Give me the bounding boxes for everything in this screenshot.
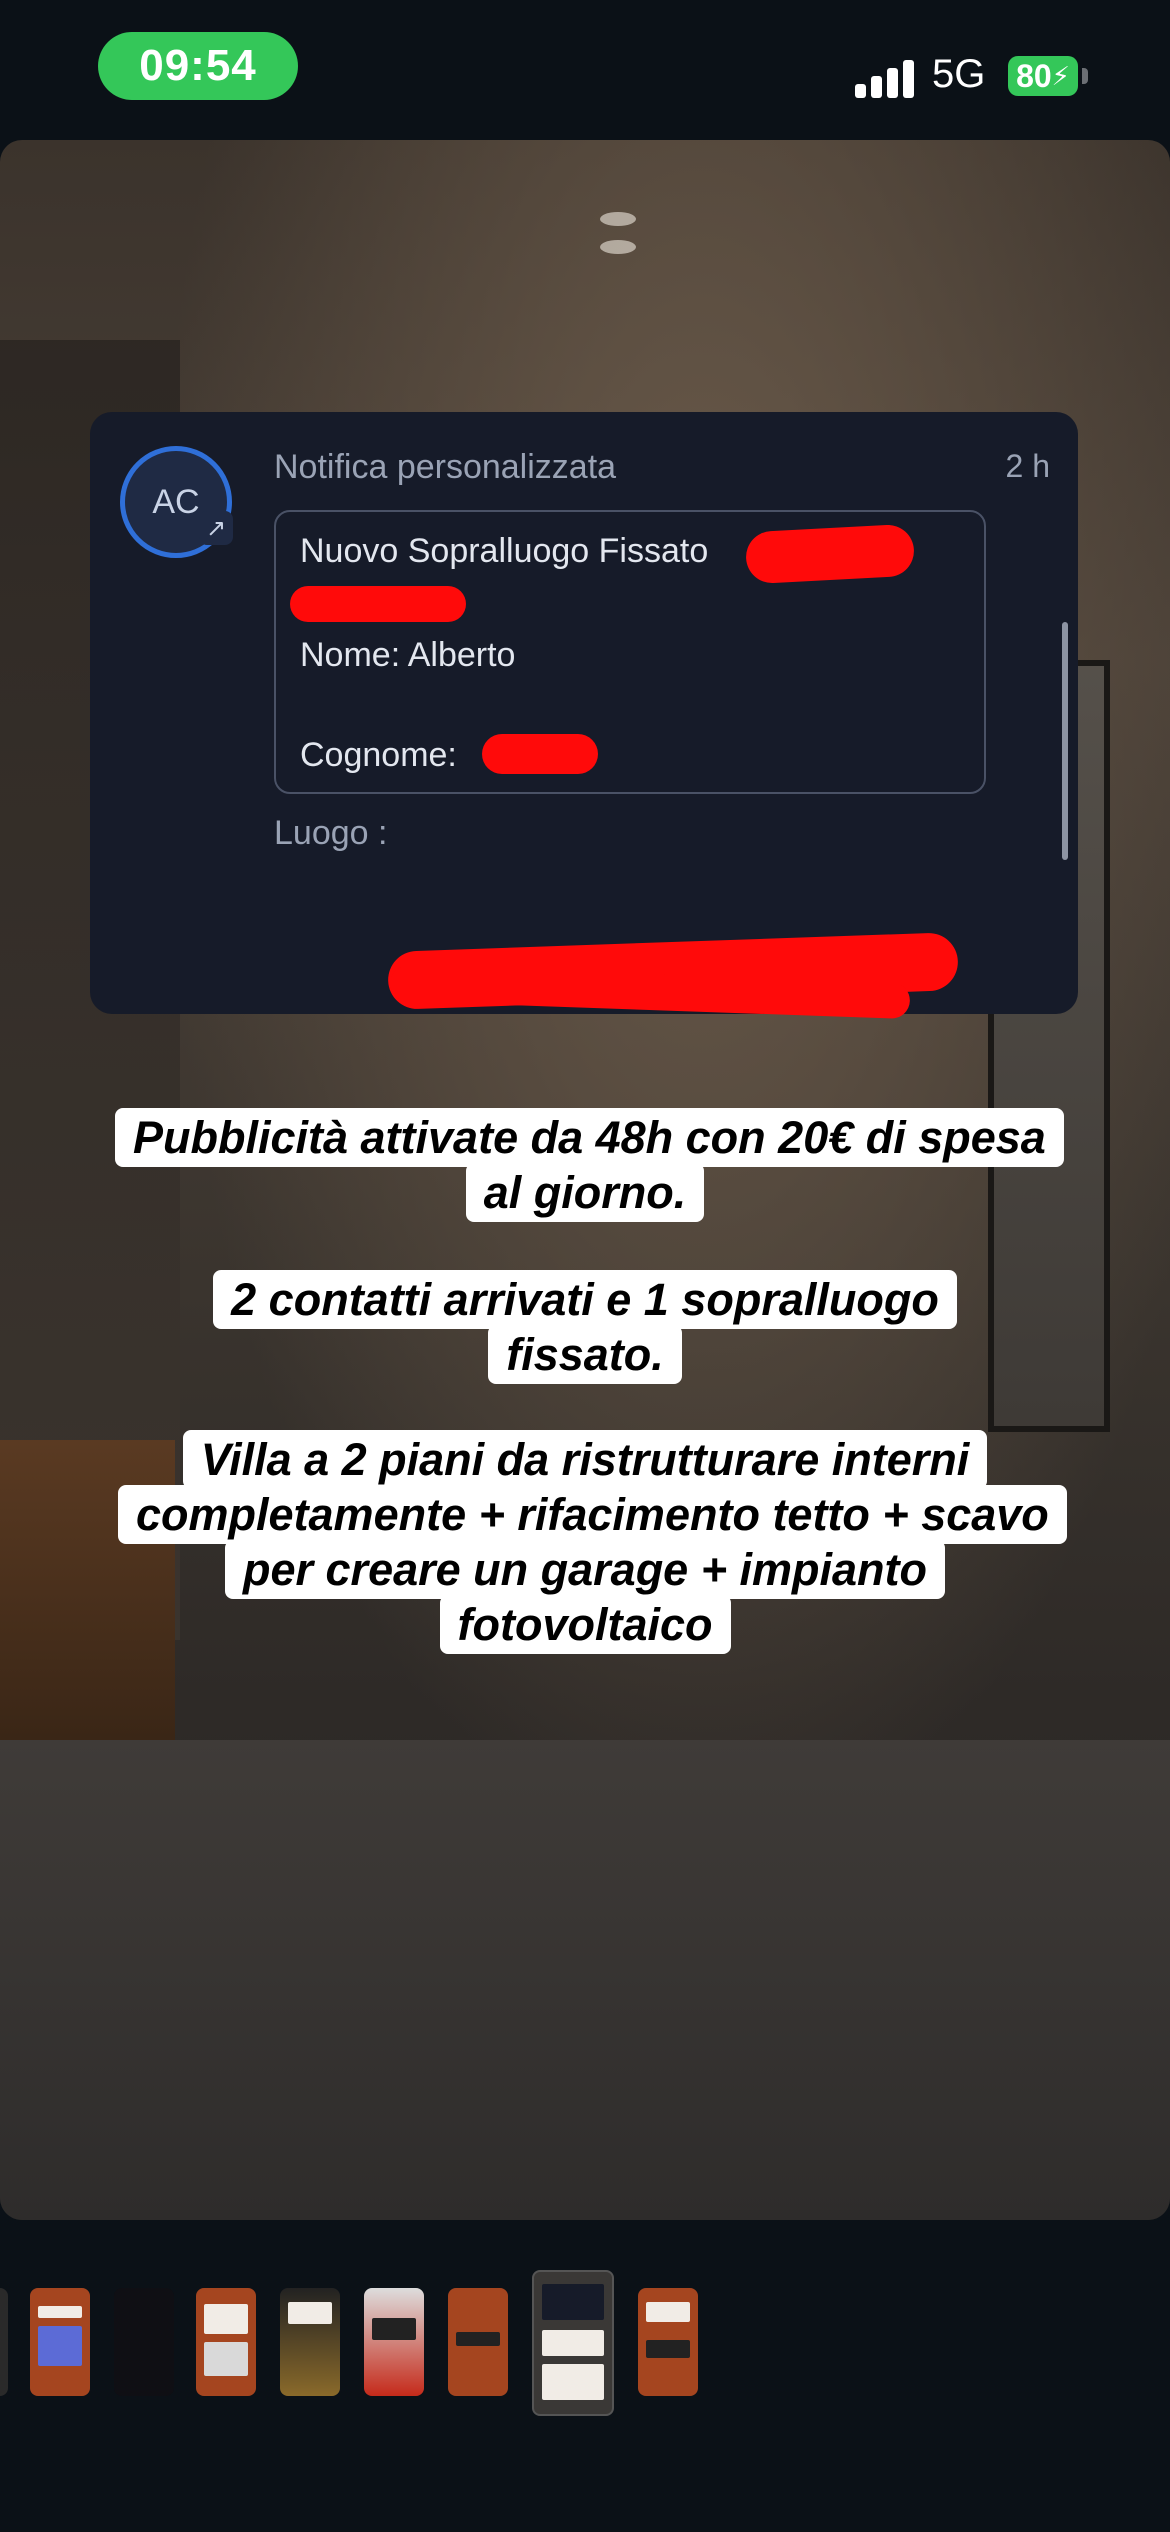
story-thumbnail[interactable]: [30, 2288, 90, 2396]
status-time[interactable]: 09:54: [98, 32, 298, 100]
avatar-initials: AC: [152, 482, 200, 521]
scrollbar[interactable]: [1062, 622, 1068, 860]
battery-level: 80: [1016, 57, 1052, 94]
story-thumbnail-strip: [0, 2270, 1170, 2430]
story-thumbnail[interactable]: [114, 2288, 174, 2396]
story-thumbnail[interactable]: [364, 2288, 424, 2396]
story-thumbnail[interactable]: [0, 2288, 8, 2396]
story-caption: 2 contatti arrivati e 1 sopralluogo fiss…: [0, 1270, 1170, 1384]
battery-tip: [1082, 68, 1088, 84]
battery-icon: 80 ⚡: [1008, 56, 1078, 96]
story-thumbnail[interactable]: [280, 2288, 340, 2396]
notification-line: Cognome:: [300, 736, 457, 774]
notification-body: Nuovo Sopralluogo Fissato Nome: Alberto …: [274, 510, 986, 794]
notification-card: AC ↗ Notifica personalizzata 2 h Nuovo S…: [90, 412, 1078, 1020]
ceiling-light: [600, 240, 636, 254]
redaction-mark: [744, 523, 916, 585]
story-thumbnail[interactable]: [638, 2288, 698, 2396]
network-type: 5G: [932, 52, 986, 96]
story-caption: Villa a 2 piani da ristrutturare interni…: [0, 1430, 1170, 1654]
story-thumbnail[interactable]: [448, 2288, 508, 2396]
story-thumbnail[interactable]: [196, 2288, 256, 2396]
story-thumbnail-active[interactable]: [532, 2270, 614, 2416]
ceiling-light: [600, 212, 636, 226]
status-bar: 09:54 5G 80 ⚡: [0, 0, 1170, 140]
notification-title: Notifica personalizzata: [274, 448, 617, 486]
signal-icon: [855, 58, 915, 98]
external-link-icon: ↗: [199, 511, 233, 545]
caption-text: Pubblicità attivate da 48h con 20€ di sp…: [115, 1108, 1064, 1222]
redaction-mark: [290, 586, 466, 622]
notification-footer: Luogo :: [274, 814, 388, 852]
notification-line: Nome: Alberto: [300, 636, 516, 674]
story-caption: Pubblicità attivate da 48h con 20€ di sp…: [0, 1108, 1170, 1222]
redaction-mark: [482, 734, 598, 774]
avatar: AC ↗: [120, 446, 233, 558]
notification-line: Nuovo Sopralluogo Fissato: [300, 532, 709, 570]
background-floor: [0, 1740, 1170, 2220]
caption-text: 2 contatti arrivati e 1 sopralluogo fiss…: [213, 1270, 957, 1384]
notification-time: 2 h: [1005, 448, 1050, 484]
caption-text: Villa a 2 piani da ristrutturare interni…: [118, 1430, 1067, 1654]
